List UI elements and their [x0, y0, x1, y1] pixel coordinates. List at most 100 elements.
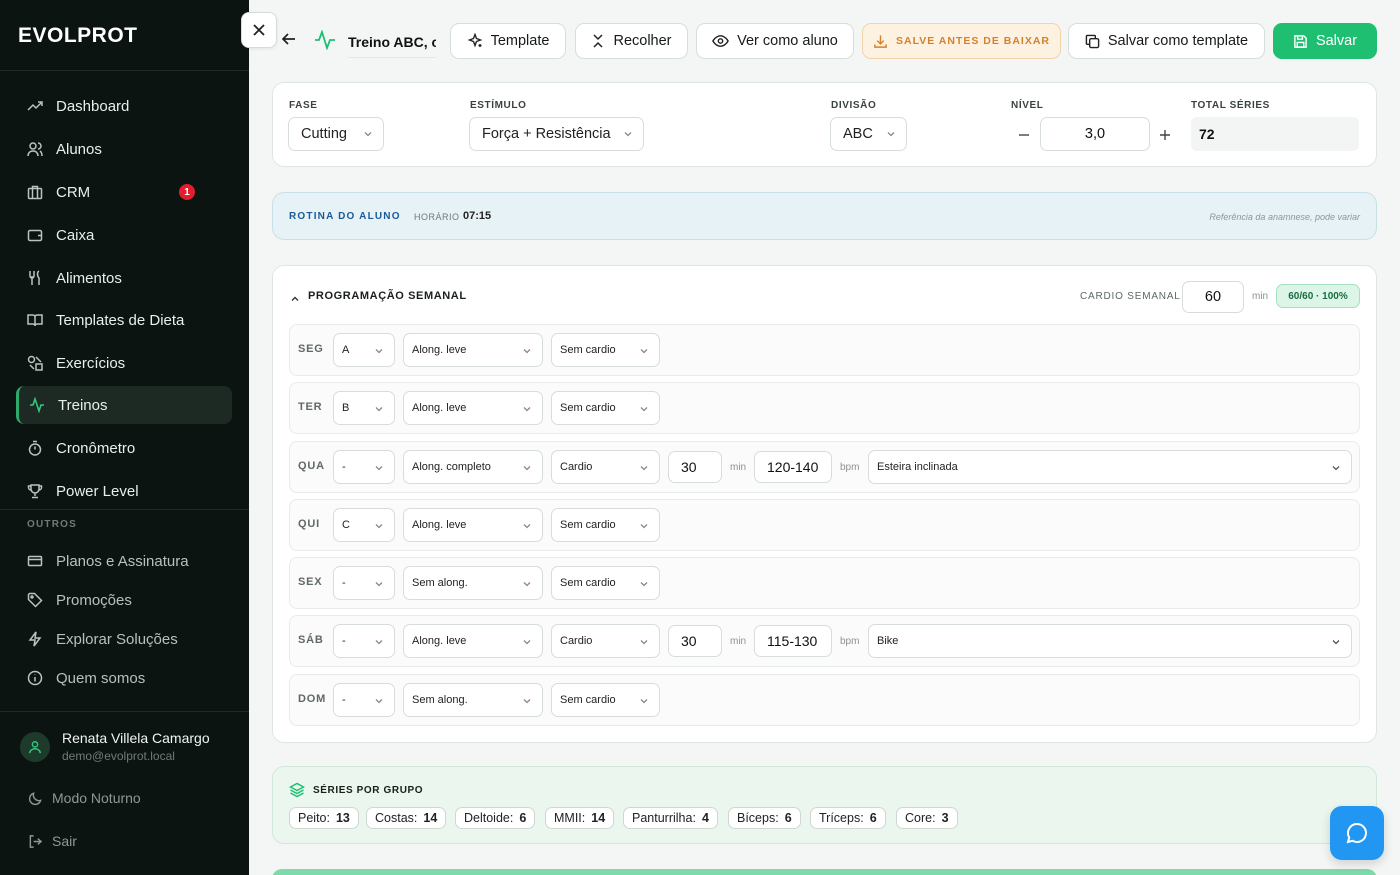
- sidebar-item-quem-somos[interactable]: Quem somos: [16, 659, 232, 697]
- decrease-level-button[interactable]: [1018, 125, 1030, 146]
- chevron-down-icon: [640, 524, 648, 529]
- sidebar-item-power-level[interactable]: Power Level: [16, 472, 232, 510]
- sidebar-item-promocoes[interactable]: Promoções: [16, 581, 232, 619]
- cardio-weekly-input[interactable]: 60: [1182, 281, 1244, 313]
- sidebar-item-treinos[interactable]: Treinos: [16, 386, 232, 424]
- sidebar-item-templates-dieta[interactable]: Templates de Dieta: [16, 301, 232, 339]
- cardio-select[interactable]: Cardio: [551, 624, 660, 658]
- treino-select[interactable]: -: [333, 624, 395, 658]
- close-button[interactable]: [241, 12, 277, 48]
- layers-icon: [288, 782, 306, 803]
- cardio-modality-select[interactable]: Bike: [868, 624, 1352, 658]
- chevron-down-icon: [523, 407, 531, 412]
- group-name: MMII:: [554, 811, 586, 825]
- divisao-select[interactable]: ABC: [830, 117, 907, 151]
- treino-select[interactable]: C: [333, 508, 395, 542]
- view-as-student-button[interactable]: Ver como aluno: [696, 23, 854, 59]
- alongamento-select[interactable]: Along. leve: [403, 624, 543, 658]
- total-series-value: 72: [1191, 117, 1359, 151]
- alongamento-select[interactable]: Along. completo: [403, 450, 543, 484]
- day-label: SÁB: [298, 634, 324, 646]
- alongamento-select[interactable]: Sem along.: [403, 683, 543, 717]
- alongamento-select[interactable]: Along. leve: [403, 508, 543, 542]
- cardio-select[interactable]: Cardio: [551, 450, 660, 484]
- treino-select[interactable]: -: [333, 450, 395, 484]
- alongamento-select[interactable]: Along. leve: [403, 333, 543, 367]
- series-title: SÉRIES POR GRUPO: [313, 785, 424, 796]
- cardio-select[interactable]: Sem cardio: [551, 566, 660, 600]
- min-unit: min: [730, 636, 747, 647]
- sidebar-item-alunos[interactable]: Alunos: [16, 130, 232, 168]
- select-value: -: [342, 635, 346, 647]
- select-value: Sem cardio: [560, 577, 616, 589]
- sidebar-item-crm[interactable]: CRM 1: [16, 173, 232, 211]
- treino-select[interactable]: -: [333, 683, 395, 717]
- sidebar-item-exercicios[interactable]: Exercícios: [16, 344, 232, 382]
- chevron-down-icon: [640, 640, 648, 645]
- select-value: -: [342, 461, 346, 473]
- horario-value: 07:15: [463, 210, 492, 222]
- estimulo-select[interactable]: Força + Resistência: [469, 117, 644, 151]
- card-icon: [26, 552, 44, 570]
- fase-select[interactable]: Cutting: [288, 117, 384, 151]
- select-value: -: [342, 694, 346, 706]
- chat-button[interactable]: [1330, 806, 1384, 860]
- sidebar-item-planos[interactable]: Planos e Assinatura: [16, 542, 232, 580]
- sidebar-item-label: Exercícios: [56, 354, 126, 372]
- cardio-modality-select[interactable]: Esteira inclinada: [868, 450, 1352, 484]
- dark-mode-toggle[interactable]: Modo Noturno: [27, 790, 141, 806]
- cardio-select[interactable]: Sem cardio: [551, 333, 660, 367]
- nivel-input[interactable]: 3,0: [1040, 117, 1150, 151]
- day-label: SEX: [298, 576, 323, 588]
- bpm-input[interactable]: 115-130: [754, 625, 832, 657]
- treino-select[interactable]: -: [333, 566, 395, 600]
- total-series-label: TOTAL SÉRIES: [1191, 100, 1270, 111]
- increase-level-button[interactable]: [1159, 125, 1171, 146]
- sidebar-item-cronometro[interactable]: Cronômetro: [16, 429, 232, 467]
- logo[interactable]: EVOLPROT: [18, 20, 138, 52]
- select-value: Along. leve: [412, 635, 467, 647]
- sidebar-item-explorar[interactable]: Explorar Soluções: [16, 620, 232, 658]
- chevron-down-icon: [640, 582, 648, 587]
- wallet-icon: [26, 226, 44, 244]
- cardio-minutes-input[interactable]: 30: [668, 451, 722, 483]
- sidebar-item-label: CRM: [56, 183, 91, 201]
- user-name: Renata Villela Camargo: [62, 730, 210, 746]
- cardio-select[interactable]: Sem cardio: [551, 683, 660, 717]
- day-row: QUA - Along. completo Cardio 30 min 120-…: [289, 441, 1360, 493]
- fase-label: FASE: [289, 100, 318, 111]
- alongamento-select[interactable]: Sem along.: [403, 566, 543, 600]
- template-button[interactable]: Template: [450, 23, 566, 59]
- group-chip: Panturrilha: 4: [623, 807, 718, 829]
- sidebar-item-caixa[interactable]: Caixa: [16, 216, 232, 254]
- treino-select[interactable]: A: [333, 333, 395, 367]
- collapse-section-toggle[interactable]: [290, 291, 300, 309]
- workout-title-input[interactable]: Treino ABC, c: [348, 26, 436, 58]
- bpm-input[interactable]: 120-140: [754, 451, 832, 483]
- chevron-down-icon: [523, 466, 531, 471]
- sidebar-item-alimentos[interactable]: Alimentos: [16, 259, 232, 297]
- download-icon: [874, 34, 887, 48]
- treino-select[interactable]: B: [333, 391, 395, 425]
- download-button[interactable]: SALVE ANTES DE BAIXAR: [862, 23, 1061, 59]
- select-value: Cardio: [560, 461, 593, 473]
- arrow-left-icon: [281, 33, 295, 45]
- cardio-select[interactable]: Sem cardio: [551, 391, 660, 425]
- back-button[interactable]: [281, 31, 297, 52]
- logout-button[interactable]: Sair: [27, 833, 77, 849]
- bolt-icon: [26, 630, 44, 648]
- select-value: Along. leve: [412, 402, 467, 414]
- user-profile[interactable]: Renata Villela Camargo demo@evolprot.loc…: [20, 730, 210, 763]
- group-chip: Tríceps: 6: [810, 807, 886, 829]
- alongamento-select[interactable]: Along. leve: [403, 391, 543, 425]
- cardio-minutes-input[interactable]: 30: [668, 625, 722, 657]
- sidebar-item-dashboard[interactable]: Dashboard: [16, 87, 232, 125]
- save-as-template-button[interactable]: Salvar como template: [1068, 23, 1265, 59]
- collapse-button[interactable]: Recolher: [575, 23, 688, 59]
- sidebar-item-label: Templates de Dieta: [56, 311, 185, 329]
- cardio-select[interactable]: Sem cardio: [551, 508, 660, 542]
- save-button[interactable]: Salvar: [1273, 23, 1377, 59]
- day-row: DOM - Sem along. Sem cardio: [289, 674, 1360, 726]
- dark-mode-label: Modo Noturno: [52, 790, 141, 806]
- select-value: Along. leve: [412, 344, 467, 356]
